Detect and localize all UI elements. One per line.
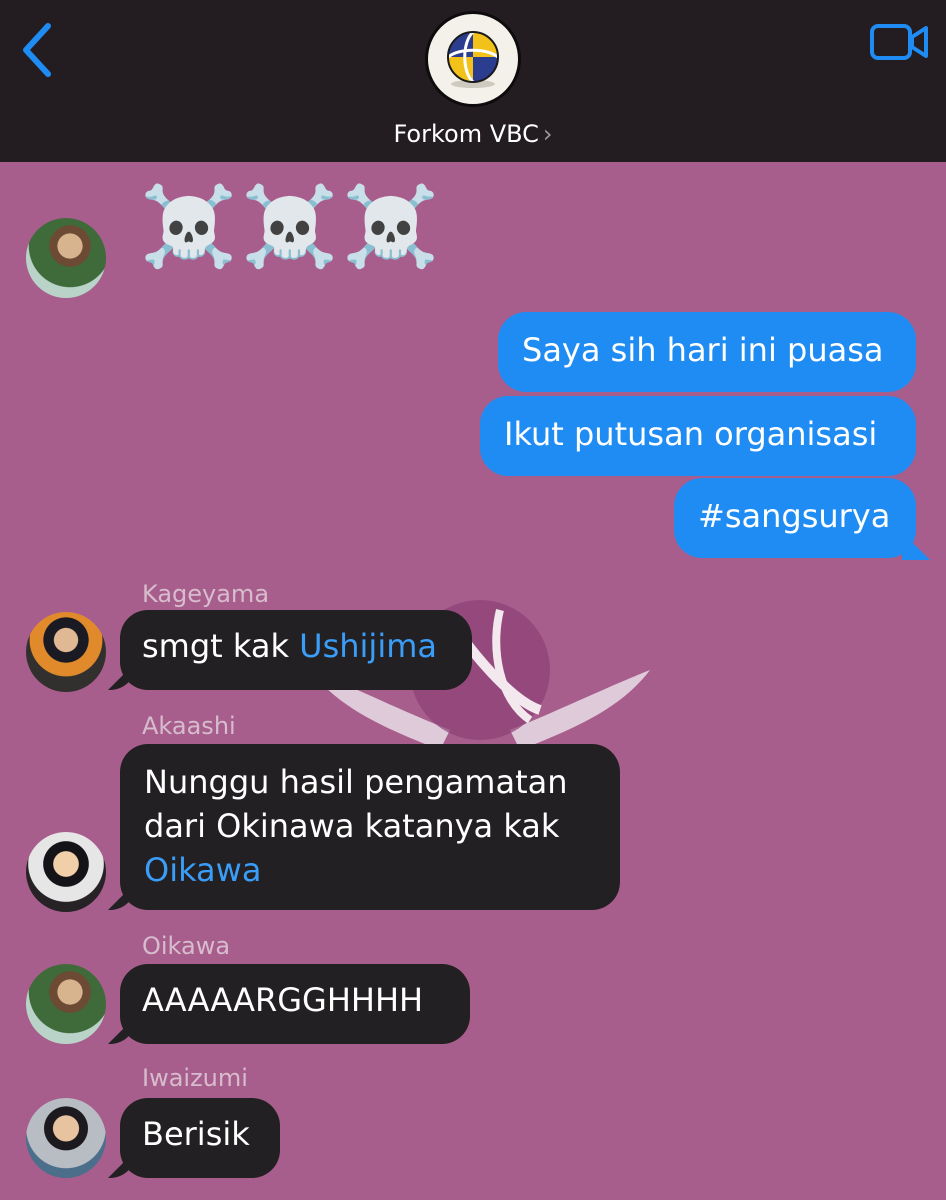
outgoing-message[interactable]: Ikut putusan organisasi	[480, 396, 916, 476]
incoming-message[interactable]: Nunggu hasil pengamatan dari Okinawa kat…	[120, 744, 620, 910]
message-text: Nunggu hasil pengamatan	[144, 763, 568, 801]
message-text: AAAAARGGHHHH	[142, 981, 424, 1019]
sender-name: Iwaizumi	[142, 1064, 248, 1092]
akaashi-avatar[interactable]	[26, 832, 106, 912]
mention-link[interactable]: Oikawa	[144, 848, 596, 892]
back-button[interactable]	[18, 22, 58, 78]
video-call-button[interactable]	[870, 22, 930, 62]
message-text: dari Okinawa katanya kak	[144, 807, 560, 845]
iwaizumi-avatar[interactable]	[26, 1098, 106, 1178]
message-text: Ikut putusan organisasi	[504, 415, 878, 453]
oikawa-avatar[interactable]	[26, 964, 106, 1044]
chevron-left-icon	[23, 23, 51, 77]
oikawa-avatar[interactable]	[26, 218, 106, 298]
group-avatar[interactable]	[425, 11, 521, 107]
outgoing-message[interactable]: Saya sih hari ini puasa	[498, 312, 916, 392]
incoming-message[interactable]: Berisik	[120, 1098, 280, 1178]
sender-name: Akaashi	[142, 712, 236, 740]
video-camera-icon	[870, 24, 928, 60]
message-text: Saya sih hari ini puasa	[522, 331, 884, 369]
emoji-message: ☠️☠️☠️	[140, 182, 444, 272]
volleyball-icon	[447, 30, 499, 88]
incoming-message[interactable]: smgt kak Ushijima	[120, 610, 472, 690]
message-text: #sangsurya	[698, 497, 891, 535]
group-name[interactable]: Forkom VBC ›	[0, 120, 946, 148]
group-name-label: Forkom VBC	[393, 120, 539, 148]
incoming-message[interactable]: AAAAARGGHHHH	[120, 964, 470, 1044]
sender-name: Oikawa	[142, 932, 231, 960]
bubble-tail	[902, 532, 930, 560]
sender-name: Kageyama	[142, 580, 270, 608]
chevron-right-icon: ›	[542, 120, 553, 148]
message-text: smgt kak	[142, 627, 300, 665]
kageyama-avatar[interactable]	[26, 612, 106, 692]
message-text: Berisik	[142, 1115, 250, 1153]
mention-link[interactable]: Ushijima	[299, 627, 437, 665]
outgoing-message[interactable]: #sangsurya	[674, 478, 916, 558]
chat-header: Forkom VBC ›	[0, 0, 946, 162]
